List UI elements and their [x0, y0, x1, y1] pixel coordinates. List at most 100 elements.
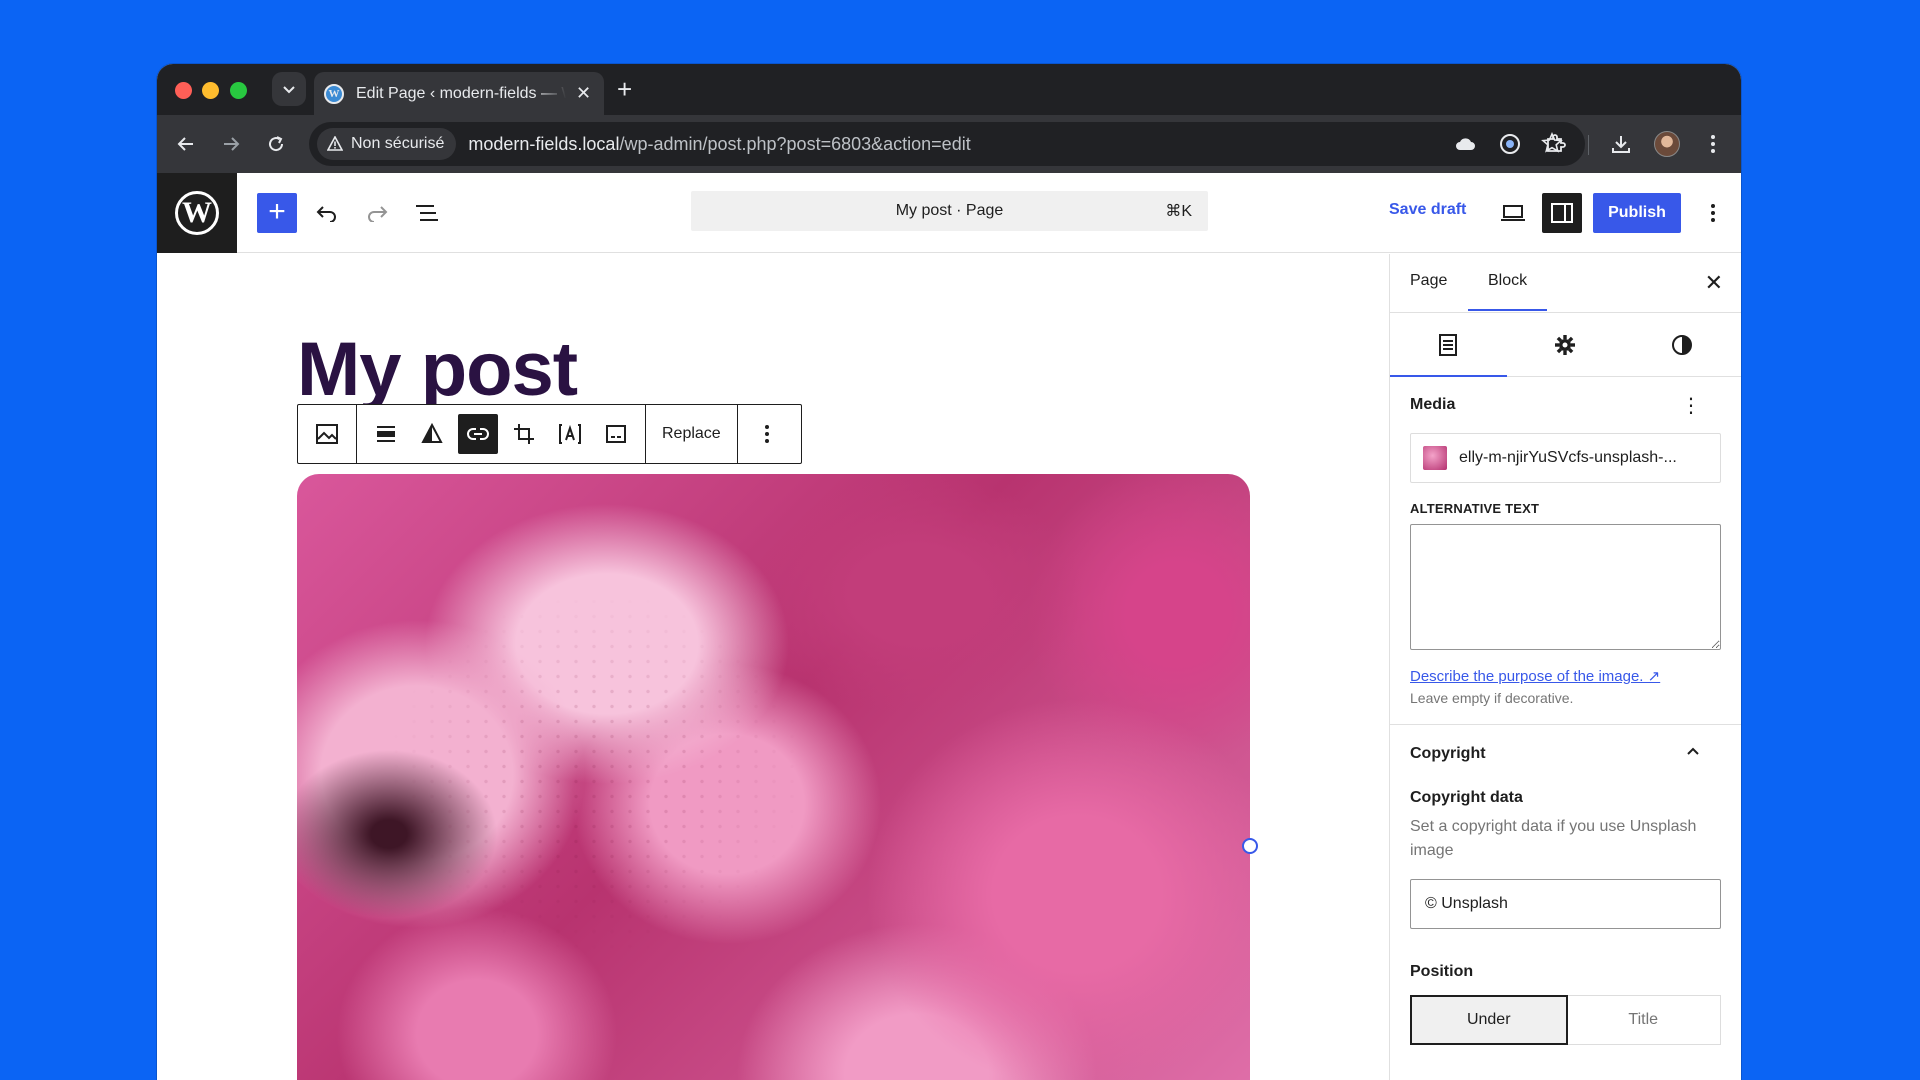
close-sidebar-icon[interactable]: ✕ — [1705, 270, 1723, 296]
tab-block[interactable]: Block — [1467, 272, 1548, 311]
toolbar-divider — [1588, 135, 1589, 155]
tab-close-icon[interactable]: ✕ — [576, 83, 591, 104]
address-bar[interactable]: Non sécurisé modern-fields.local/wp-admi… — [309, 122, 1585, 166]
alt-text-label: Alternative text — [1410, 501, 1540, 516]
laptop-icon — [1501, 205, 1525, 221]
publish-button[interactable]: Publish — [1593, 193, 1681, 233]
block-tools-group — [357, 405, 646, 463]
post-title[interactable]: My post — [297, 332, 578, 408]
replace-button[interactable]: Replace — [652, 425, 731, 443]
link-icon — [467, 428, 489, 440]
copyright-input[interactable]: © Unsplash — [1410, 879, 1721, 929]
save-draft-button[interactable]: Save draft — [1389, 201, 1466, 219]
filter-triangle-icon — [421, 423, 443, 443]
wordpress-logo-button[interactable]: W — [157, 173, 237, 253]
url-path: /wp-admin/post.php?post=6803&action=edit — [619, 133, 971, 154]
document-settings-icon — [1439, 334, 1457, 356]
alt-text-field[interactable] — [1410, 524, 1721, 650]
puzzle-extensions-icon[interactable] — [1540, 129, 1570, 159]
chrome-menu-icon[interactable] — [1698, 129, 1728, 159]
image-icon — [316, 424, 338, 444]
minimize-window-button[interactable] — [202, 82, 219, 99]
wordpress-logo-icon: W — [175, 191, 219, 235]
block-type-button[interactable] — [307, 414, 347, 454]
chevron-up-icon — [1687, 747, 1699, 755]
block-switcher-group — [298, 405, 357, 463]
tab-advanced-settings[interactable] — [1553, 333, 1577, 357]
undo-icon — [316, 206, 336, 222]
image-block[interactable] — [297, 474, 1250, 1080]
crop-icon — [514, 424, 534, 444]
document-title-label: My post · Page — [895, 202, 1004, 219]
text-over-image-icon — [559, 424, 581, 444]
close-window-button[interactable] — [175, 82, 192, 99]
copyright-panel-toggle[interactable]: Copyright — [1410, 725, 1721, 783]
browser-window: W Edit Page ‹ modern-fields — WordPress … — [157, 64, 1741, 1080]
position-option-title[interactable]: Title — [1567, 996, 1721, 1044]
tab-page[interactable]: Page — [1410, 272, 1447, 290]
alt-help-text: Leave empty if decorative. — [1410, 690, 1574, 706]
media-heading-row: Media ⋮ — [1410, 377, 1721, 433]
editor-canvas[interactable]: My post Replace — [157, 254, 1389, 1080]
tab-settings-list[interactable] — [1436, 333, 1460, 357]
back-button[interactable] — [171, 129, 201, 159]
align-button[interactable] — [366, 414, 406, 454]
media-thumbnail — [1423, 446, 1447, 470]
block-inserter-button[interactable]: + — [257, 193, 297, 233]
url-text[interactable]: modern-fields.local/wp-admin/post.php?po… — [468, 134, 970, 155]
alt-help-link[interactable]: Describe the purpose of the image. ↗ — [1410, 667, 1660, 685]
kebab-icon — [1711, 204, 1715, 222]
media-section: Media ⋮ elly-m-njirYuSVcfs-unsplash-... … — [1390, 377, 1741, 706]
arrow-left-icon — [177, 137, 193, 151]
replace-group: Replace — [646, 405, 738, 463]
profile-avatar[interactable] — [1654, 131, 1680, 157]
tab-search-button[interactable] — [272, 72, 306, 106]
command-shortcut: ⌘K — [1165, 203, 1192, 220]
media-options-icon[interactable]: ⋮ — [1681, 393, 1701, 418]
link-button[interactable] — [458, 414, 498, 454]
browser-tab[interactable]: W Edit Page ‹ modern-fields — WordPress … — [314, 72, 604, 115]
security-chip[interactable]: Non sécurisé — [317, 128, 457, 160]
cloud-extension-icon[interactable] — [1450, 129, 1480, 159]
security-label: Non sécurisé — [351, 135, 445, 152]
download-icon[interactable] — [1606, 129, 1636, 159]
tab-strip: W Edit Page ‹ modern-fields — WordPress … — [157, 64, 1741, 115]
sidebar-icon — [1551, 203, 1573, 223]
forward-button[interactable] — [216, 129, 246, 159]
gear-icon — [1555, 335, 1575, 355]
url-host: modern-fields.local — [468, 133, 620, 154]
warning-icon — [327, 136, 343, 151]
maximize-window-button[interactable] — [230, 82, 247, 99]
command-palette-bar[interactable]: My post · Page ⌘K — [691, 191, 1208, 231]
reload-button[interactable] — [261, 129, 291, 159]
half-circle-styles-icon — [1672, 335, 1692, 355]
crop-button[interactable] — [504, 414, 544, 454]
position-toggle-group: Under Title — [1410, 995, 1721, 1045]
reload-icon — [269, 136, 284, 152]
document-overview-button[interactable] — [407, 193, 447, 233]
block-toolbar: Replace — [297, 404, 802, 464]
flower-texture — [297, 474, 1250, 1080]
redo-button[interactable] — [357, 193, 397, 233]
undo-button[interactable] — [307, 193, 347, 233]
media-file-button[interactable]: elly-m-njirYuSVcfs-unsplash-... — [1410, 433, 1721, 483]
image-resize-handle[interactable] — [1242, 838, 1258, 854]
position-label: Position — [1410, 963, 1474, 980]
preview-button[interactable] — [1493, 193, 1533, 233]
caption-button[interactable] — [596, 414, 636, 454]
block-options-button[interactable] — [747, 414, 787, 454]
position-option-under[interactable]: Under — [1410, 995, 1568, 1045]
tab-styles[interactable] — [1670, 333, 1694, 357]
text-overlay-button[interactable] — [550, 414, 590, 454]
new-tab-button[interactable]: + — [617, 74, 632, 104]
password-extension-icon[interactable] — [1495, 129, 1525, 159]
options-menu-button[interactable] — [1693, 193, 1733, 233]
copyright-panel: Copyright Copyright data Set a copyright… — [1390, 725, 1741, 1045]
settings-sidebar: Page Block ✕ Media ⋮ elly-m-njirYuSVcfs-… — [1389, 254, 1741, 1080]
more-options-group — [738, 405, 796, 463]
media-filename: elly-m-njirYuSVcfs-unsplash-... — [1459, 449, 1677, 466]
copyright-heading: Copyright — [1410, 745, 1486, 762]
media-heading: Media — [1410, 396, 1456, 413]
duotone-filter-button[interactable] — [412, 414, 452, 454]
settings-sidebar-toggle[interactable] — [1542, 193, 1582, 233]
